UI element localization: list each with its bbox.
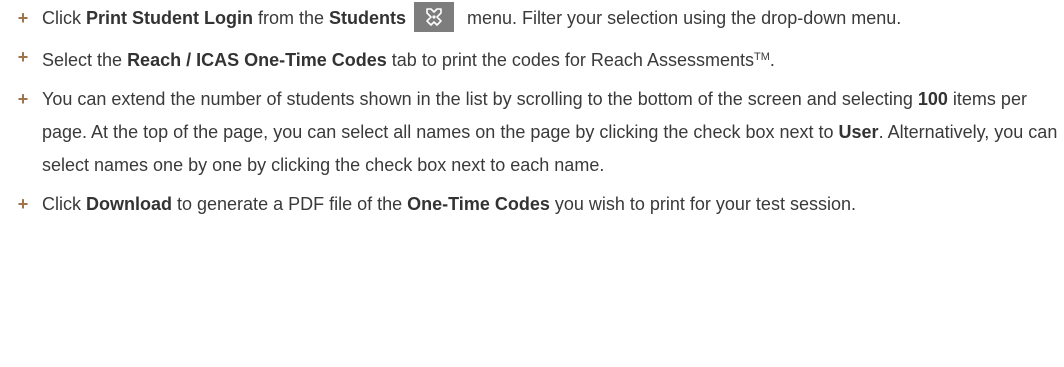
step-bold: One-Time Codes	[407, 194, 550, 214]
student-glyph	[426, 8, 442, 27]
step-text: .	[769, 50, 775, 70]
bullet: +	[17, 8, 29, 28]
step-text: Click	[42, 194, 86, 214]
step-bold: 100	[917, 89, 948, 109]
instruction-step-3: + You can extend the number of students …	[0, 83, 1064, 182]
instruction-step-2: + Select the Reach / ICAS One-Time Codes…	[0, 41, 1064, 77]
student-icon	[414, 2, 455, 33]
step-bold: Reach / ICAS One-Time Codes	[127, 50, 387, 70]
step-bold: Print Student Login	[86, 8, 253, 28]
step-text: You can extend the number of students sh…	[42, 89, 918, 109]
bullet: +	[17, 194, 29, 214]
step-text: Click	[42, 8, 86, 28]
instruction-list: + Click Print Student Login from the Stu…	[0, 2, 1064, 221]
step-text: menu. Filter your selection using the dr…	[462, 8, 902, 28]
step-bold: User	[838, 122, 879, 142]
step-text: you wish to print for your test session.	[549, 194, 856, 214]
instruction-step-1: + Click Print Student Login from the Stu…	[0, 2, 1064, 35]
step-text: tab to print the codes for Reach Assessm…	[386, 50, 754, 70]
bullet: +	[17, 47, 29, 67]
bullet: +	[17, 89, 29, 109]
trademark-mark: TM	[754, 51, 770, 63]
step-text: to generate a PDF file of the	[172, 194, 408, 214]
step-text: Select the	[42, 50, 128, 70]
instruction-step-4: + Click Download to generate a PDF file …	[0, 188, 1064, 221]
step-bold: Download	[86, 194, 172, 214]
page: { "bullet_glyph": "+", "icon": "student-…	[0, 0, 1064, 367]
step-text: from the	[252, 8, 330, 28]
step-bold: Students	[329, 8, 407, 28]
